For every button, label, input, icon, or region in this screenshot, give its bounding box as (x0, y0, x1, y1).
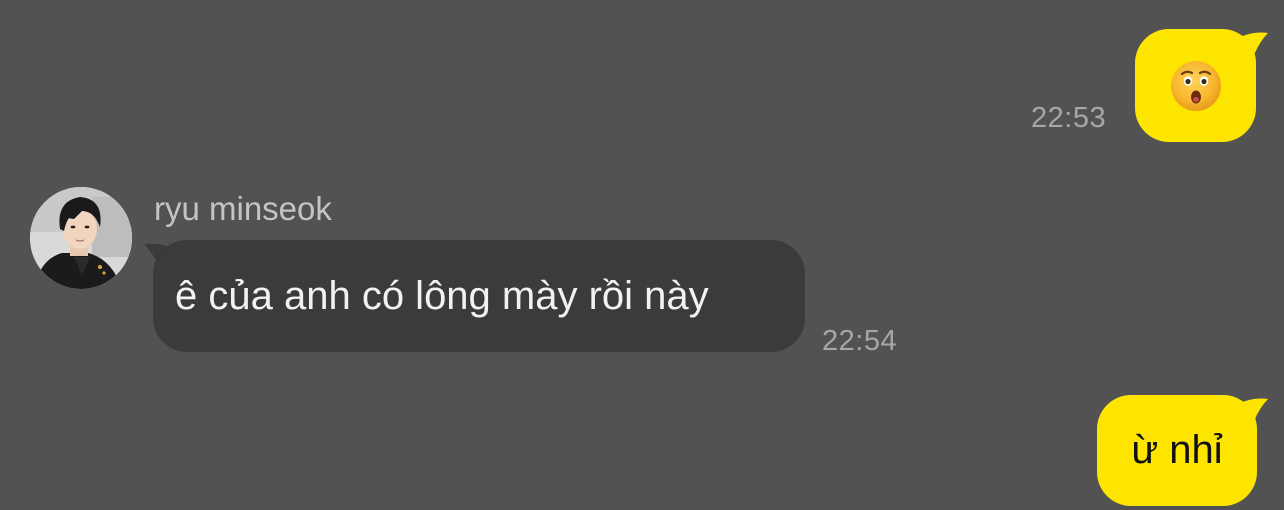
message-text: ừ nhỉ (1131, 428, 1223, 472)
avatar[interactable] (30, 187, 132, 289)
bubble-tail (1240, 398, 1268, 421)
message-text: ê của anh có lông mày rồi này (175, 273, 709, 318)
outgoing-message-bubble[interactable]: ừ nhỉ (1097, 395, 1257, 506)
astonished-face-icon (1169, 59, 1223, 113)
sender-name: ryu minseok (154, 190, 332, 227)
message-timestamp: 22:53 (1031, 102, 1107, 134)
message-timestamp: 22:54 (822, 325, 898, 357)
outgoing-message-bubble[interactable] (1135, 29, 1256, 142)
chat-conversation: 22:53 ryu minseok ê của anh có lông mày … (0, 0, 1284, 510)
incoming-message-bubble[interactable]: ê của anh có lông mày rồi này (153, 240, 805, 352)
bubble-tail (1240, 32, 1268, 55)
